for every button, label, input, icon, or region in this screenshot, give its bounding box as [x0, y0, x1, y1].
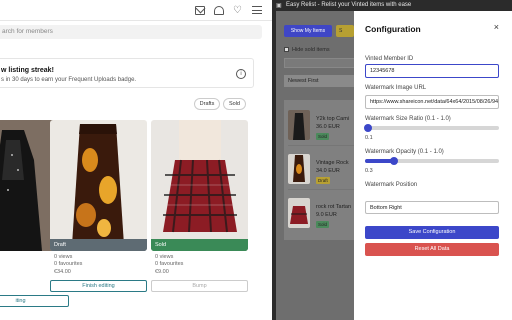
- cami-thumb-image: [288, 110, 310, 140]
- item-thumbnail: [288, 154, 310, 184]
- views-count: 0 views: [155, 254, 174, 260]
- item-card[interactable]: Draft 0 views 0 favourites €34.00 Finish…: [50, 120, 147, 292]
- extension-title: Easy Relist - Relist your Vinted items w…: [286, 2, 412, 8]
- tartan-thumb-image: [288, 198, 310, 228]
- item-title: rock rot Tartan: [316, 204, 352, 210]
- item-title: Y2k top Cami: [316, 116, 350, 122]
- member-id-field[interactable]: 12345678: [365, 64, 499, 78]
- extension-item-list: Y2k top Cami 36.0 EUR Sold Vintage Rock …: [284, 100, 358, 240]
- extension-search-input[interactable]: [284, 58, 356, 68]
- close-icon[interactable]: ×: [494, 23, 499, 32]
- header-icons: ♡: [195, 6, 262, 16]
- listing-streak-banner: w listing streak! s in 30 days to earn y…: [0, 58, 254, 88]
- list-item[interactable]: Vintage Rock 34.0 EUR Draft: [288, 150, 358, 190]
- show-my-items-button[interactable]: Show My Items: [284, 25, 332, 37]
- secondary-button[interactable]: S: [336, 25, 354, 37]
- menu-icon[interactable]: [252, 6, 262, 14]
- item-price: 36.0 EUR: [316, 124, 340, 130]
- item-price: 9.0 EUR: [316, 212, 337, 218]
- streak-title: w listing streak!: [1, 67, 54, 74]
- tartan-skirt-image: [151, 120, 248, 251]
- extension-logo-icon: ▣: [276, 3, 282, 9]
- item-card[interactable]: Sold 0 views 0 favourites €9.00 Bump: [151, 120, 248, 292]
- bell-icon[interactable]: [214, 6, 224, 15]
- opacity-thumb[interactable]: [390, 157, 399, 165]
- edit-button[interactable]: iting: [0, 295, 69, 307]
- item-price: 34.0 EUR: [316, 168, 340, 174]
- streak-subtitle: s in 30 days to earn your Frequent Uploa…: [1, 77, 137, 83]
- reset-all-data-button[interactable]: Reset All Data: [365, 243, 499, 256]
- item-thumbnail: [288, 198, 310, 228]
- status-draft: Draft: [50, 239, 147, 251]
- checkbox-icon[interactable]: [284, 47, 289, 52]
- opacity-label: Watermark Opacity (0.1 - 1.0): [365, 149, 444, 155]
- opacity-slider[interactable]: [365, 157, 499, 165]
- size-ratio-value: 0.1: [365, 135, 373, 141]
- watermark-url-field[interactable]: https://www.shareicon.net/data/64x64/201…: [365, 95, 499, 109]
- item-photo[interactable]: Sold: [151, 120, 248, 251]
- opacity-value: 0.3: [365, 168, 373, 174]
- size-ratio-label: Watermark Size Ratio (0.1 - 1.0): [365, 116, 451, 122]
- heart-icon[interactable]: ♡: [233, 6, 243, 16]
- save-configuration-button[interactable]: Save Configuration: [365, 226, 499, 239]
- status-badge: Sold: [316, 133, 330, 140]
- extension-titlebar: ▣ Easy Relist - Relist your Vinted items…: [272, 0, 512, 11]
- status-badge: Sold: [316, 221, 330, 228]
- status-sold: Sold: [151, 239, 248, 251]
- item-meta: 0 views 0 favourites €34.00: [50, 254, 147, 276]
- info-icon[interactable]: i: [236, 69, 246, 79]
- size-ratio-slider[interactable]: [363, 124, 499, 132]
- hide-sold-checkbox[interactable]: Hide sold items: [284, 47, 330, 53]
- header-divider: [0, 20, 272, 21]
- window-edge: [272, 11, 276, 320]
- views-count: 0 views: [54, 254, 73, 260]
- rock-thumb-image: [288, 154, 310, 184]
- bump-button[interactable]: Bump: [151, 280, 248, 292]
- item-photo[interactable]: Draft: [50, 120, 147, 251]
- filter-sold[interactable]: Sold: [223, 98, 246, 110]
- favourites-count: 0 favourites: [155, 261, 184, 267]
- watermark-url-label: Watermark Image URL: [365, 85, 427, 91]
- filter-drafts[interactable]: Drafts: [194, 98, 220, 110]
- size-ratio-thumb[interactable]: [363, 124, 372, 132]
- item-price: €9.00: [155, 269, 169, 275]
- vintage-rock-skirt-image: [50, 120, 147, 251]
- member-search-input[interactable]: arch for members: [0, 25, 262, 39]
- status-badge: Draft: [316, 177, 330, 184]
- item-thumbnail: [288, 110, 310, 140]
- list-item[interactable]: Y2k top Cami 36.0 EUR Sold: [288, 106, 358, 146]
- mail-icon[interactable]: [195, 6, 205, 15]
- position-select[interactable]: Bottom Right: [365, 201, 499, 214]
- finish-editing-button[interactable]: Finish editing: [50, 280, 147, 292]
- item-price: €34.00: [54, 269, 71, 275]
- position-label: Watermark Position: [365, 182, 418, 188]
- item-title: Vintage Rock: [316, 160, 349, 166]
- sort-select[interactable]: Newest First: [284, 75, 356, 87]
- item-meta: 0 views 0 favourites €9.00: [151, 254, 248, 276]
- hide-sold-label: Hide sold items: [292, 47, 330, 53]
- member-id-label: Vinted Member ID: [365, 56, 414, 62]
- modal-title: Configuration: [365, 24, 421, 34]
- vinted-page: ♡ arch for members w listing streak! s i…: [0, 0, 272, 320]
- configuration-modal: Configuration × Vinted Member ID 1234567…: [354, 11, 512, 320]
- favourites-count: 0 favourites: [54, 261, 83, 267]
- list-item[interactable]: rock rot Tartan 9.0 EUR Sold: [288, 194, 358, 234]
